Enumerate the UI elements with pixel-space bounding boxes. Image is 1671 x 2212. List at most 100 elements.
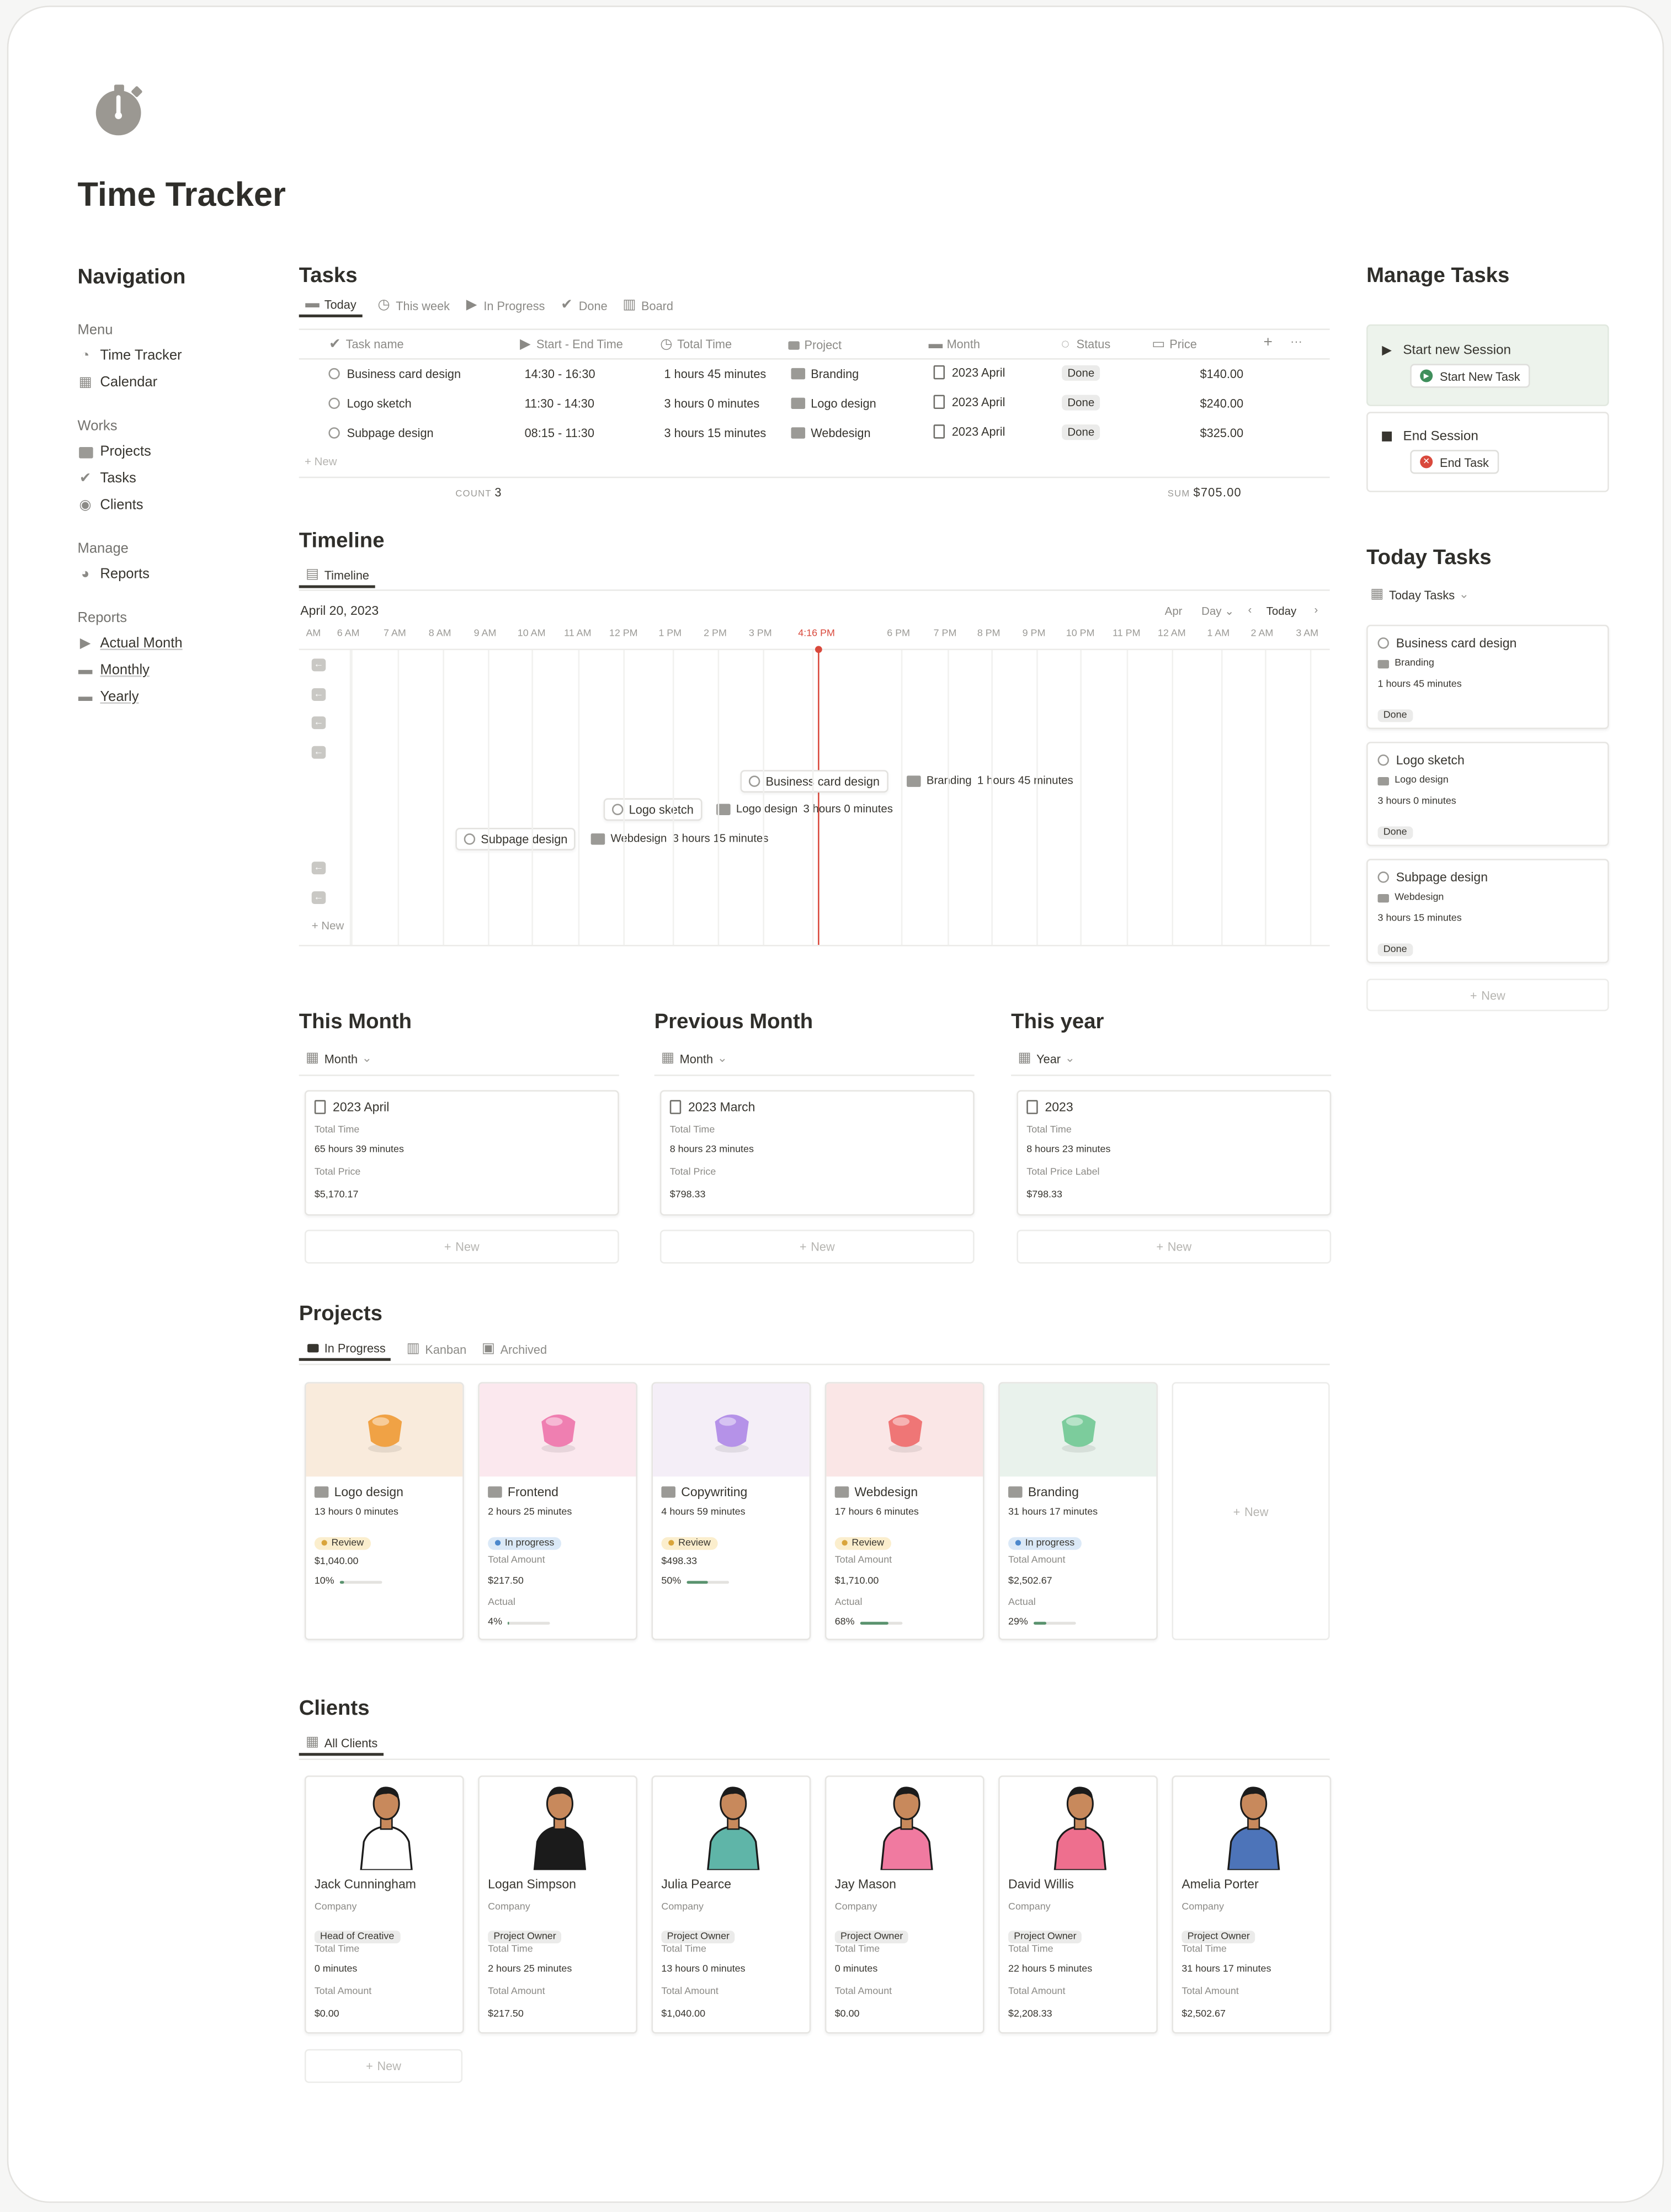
project-card[interactable]: Webdesign 17 hours 6 minutes Review Tota… <box>824 1382 984 1640</box>
scroll-to-item-icon[interactable]: ← <box>311 891 326 904</box>
today-task-card[interactable]: Business card design Branding 1 hours 45… <box>1366 624 1609 730</box>
task-month[interactable]: 2023 April <box>952 424 1005 439</box>
tab-kanban[interactable]: ▥ Kanban <box>406 1337 467 1360</box>
sidebar-item-reports[interactable]: ◕ Reports <box>78 561 261 588</box>
today-task-card[interactable]: Logo sketch Logo design 3 hours 0 minute… <box>1366 742 1609 847</box>
field-label: Total Amount <box>314 1987 372 1997</box>
timeline-item-meta: Webdesign 3 hours 15 minutes <box>590 832 768 845</box>
today-tasks-view[interactable]: ▦ Today Tasks ⌄ <box>1369 582 1469 606</box>
sidebar-item-time-tracker[interactable]: ◔ Time Tracker <box>78 343 261 370</box>
field-label: Total Amount <box>488 1555 545 1566</box>
period-view[interactable]: ▦ Month ⌄ <box>660 1046 727 1070</box>
sidebar-item-calendar[interactable]: ▦ Calendar <box>78 369 261 396</box>
client-card[interactable]: Jay Mason Company Project Owner Total Ti… <box>824 1775 984 2034</box>
tab-archived[interactable]: ▣ Archived <box>481 1337 547 1360</box>
col-month[interactable]: ▬ Month <box>928 337 980 353</box>
col-project[interactable]: Project <box>785 337 842 353</box>
sidebar-item-tasks[interactable]: ✔ Tasks <box>78 465 261 492</box>
folder-icon <box>488 1486 502 1498</box>
add-timeline-item-button[interactable]: + New <box>312 919 344 932</box>
col-status[interactable]: ◌ Status <box>1057 337 1110 353</box>
more-icon[interactable]: ··· <box>1290 334 1302 349</box>
document-icon <box>669 1100 682 1114</box>
task-project[interactable]: Webdesign <box>811 426 870 440</box>
client-card[interactable]: Amelia Porter Company Project Owner Tota… <box>1172 1775 1332 2034</box>
sidebar-item-yearly[interactable]: ▬ Yearly <box>78 684 261 711</box>
client-card[interactable]: David Willis Company Project Owner Total… <box>998 1775 1158 2034</box>
period-card[interactable]: 2023 April Total Time 65 hours 39 minute… <box>304 1090 619 1216</box>
timeline-month: Apr <box>1164 605 1183 618</box>
tab-done[interactable]: ✔ Done <box>559 294 607 317</box>
client-name: Jay Mason <box>834 1877 896 1891</box>
field-label: Total Amount <box>488 1987 545 1997</box>
scroll-to-item-icon[interactable]: ← <box>311 862 326 875</box>
tab-timeline[interactable]: ▤ Timeline <box>299 564 375 588</box>
scroll-to-item-icon[interactable]: ← <box>311 688 326 701</box>
tab-in-progress[interactable]: In Progress <box>299 1337 392 1361</box>
timeline-item[interactable]: Logo sketch <box>603 798 703 821</box>
today-task-card[interactable]: Subpage design Webdesign 3 hours 15 minu… <box>1366 859 1609 964</box>
project-card[interactable]: Branding 31 hours 17 minutes In progress… <box>998 1382 1158 1640</box>
table-row[interactable]: Logo sketch 11:30 - 14:30 3 hours 0 minu… <box>299 389 1330 419</box>
sidebar-item-monthly[interactable]: ▬ Monthly <box>78 657 261 684</box>
scroll-to-item-icon[interactable]: ← <box>311 716 326 730</box>
task-name[interactable]: Logo sketch <box>347 396 412 411</box>
client-card[interactable]: Logan Simpson Company Project Owner Tota… <box>478 1775 637 2034</box>
end-task-button[interactable]: ✕ End Task <box>1410 450 1499 474</box>
add-task-button[interactable]: + New <box>305 455 337 468</box>
timeline-item[interactable]: Subpage design <box>455 827 576 850</box>
timeline-scale-select[interactable]: Day ⌄ <box>1201 605 1234 618</box>
scroll-to-item-icon[interactable]: ← <box>311 746 326 759</box>
period-view[interactable]: ▦ Month ⌄ <box>305 1046 372 1070</box>
task-project[interactable]: Logo design <box>811 396 876 411</box>
task-month[interactable]: 2023 April <box>952 365 1005 380</box>
tab-all-clients[interactable]: ▦ All Clients <box>299 1732 384 1756</box>
table-row[interactable]: Subpage design 08:15 - 11:30 3 hours 15 … <box>299 419 1330 449</box>
col-start-end[interactable]: ▶ Start - End Time <box>518 337 623 353</box>
project-card[interactable]: Copywriting 4 hours 59 minutes Review $4… <box>651 1382 811 1640</box>
folder-icon <box>834 1486 849 1498</box>
prev-arrow-icon[interactable]: ‹ <box>1248 604 1252 616</box>
sidebar-item-actual-month[interactable]: ▶ Actual Month <box>78 630 261 657</box>
col-task-name[interactable]: ✔ Task name <box>327 337 404 353</box>
task-project[interactable]: Branding <box>811 366 859 381</box>
add-client-button[interactable]: + New <box>304 2049 463 2083</box>
period-card[interactable]: 2023 March Total Time 8 hours 23 minutes… <box>659 1090 975 1216</box>
task-name[interactable]: Subpage design <box>347 426 434 440</box>
project-card[interactable]: Frontend 2 hours 25 minutes In progress … <box>478 1382 637 1640</box>
tab-today[interactable]: ▬ Today <box>299 294 362 317</box>
table-row[interactable]: Business card design 14:30 - 16:30 1 hou… <box>299 360 1330 390</box>
tab-board[interactable]: ▥ Board <box>621 294 673 317</box>
project-time: 13 hours 0 minutes <box>314 1507 398 1518</box>
period-card[interactable]: 2023 Total Time 8 hours 23 minutes Total… <box>1017 1090 1332 1216</box>
add-column-icon[interactable]: + <box>1264 334 1273 352</box>
today-button[interactable]: Today <box>1266 605 1297 618</box>
task-name[interactable]: Business card design <box>347 366 461 381</box>
page-title: Time Tracker <box>77 176 286 215</box>
tab-this-week[interactable]: ◷ This week <box>376 294 450 317</box>
col-total-time[interactable]: ◷ Total Time <box>658 337 732 353</box>
period-view[interactable]: ▦ Year ⌄ <box>1017 1046 1075 1070</box>
add-today-task-button[interactable]: + New <box>1366 979 1609 1012</box>
task-month[interactable]: 2023 April <box>952 395 1005 409</box>
3d-object-icon <box>368 1414 402 1453</box>
add-project-button[interactable]: + New <box>1172 1382 1330 1640</box>
start-new-task-button[interactable]: ▶ Start New Task <box>1410 364 1530 388</box>
sidebar-item-clients[interactable]: ◉ Clients <box>78 492 261 519</box>
calendar-icon: ▬ <box>928 337 943 353</box>
add-period-button[interactable]: + New <box>1017 1230 1332 1264</box>
field-label: Total Time <box>314 1125 360 1136</box>
section-title: Previous Month <box>654 1009 813 1034</box>
timeline-tick-label: 6 PM <box>887 629 911 639</box>
client-card[interactable]: Jack Cunningham Company Head of Creative… <box>304 1775 464 2034</box>
add-period-button[interactable]: + New <box>304 1230 619 1264</box>
scroll-to-item-icon[interactable]: ← <box>311 658 326 672</box>
add-period-button[interactable]: + New <box>659 1230 975 1264</box>
sidebar-item-projects[interactable]: Projects <box>78 439 261 466</box>
next-arrow-icon[interactable]: › <box>1315 604 1318 616</box>
tab-in-progress[interactable]: ▶ In Progress <box>464 294 545 317</box>
project-card[interactable]: Logo design 13 hours 0 minutes Review $1… <box>304 1382 464 1640</box>
client-card[interactable]: Julia Pearce Company Project Owner Total… <box>651 1775 811 2034</box>
archive-icon: ▣ <box>481 1340 495 1356</box>
col-price[interactable]: ▭ Price <box>1151 337 1197 353</box>
